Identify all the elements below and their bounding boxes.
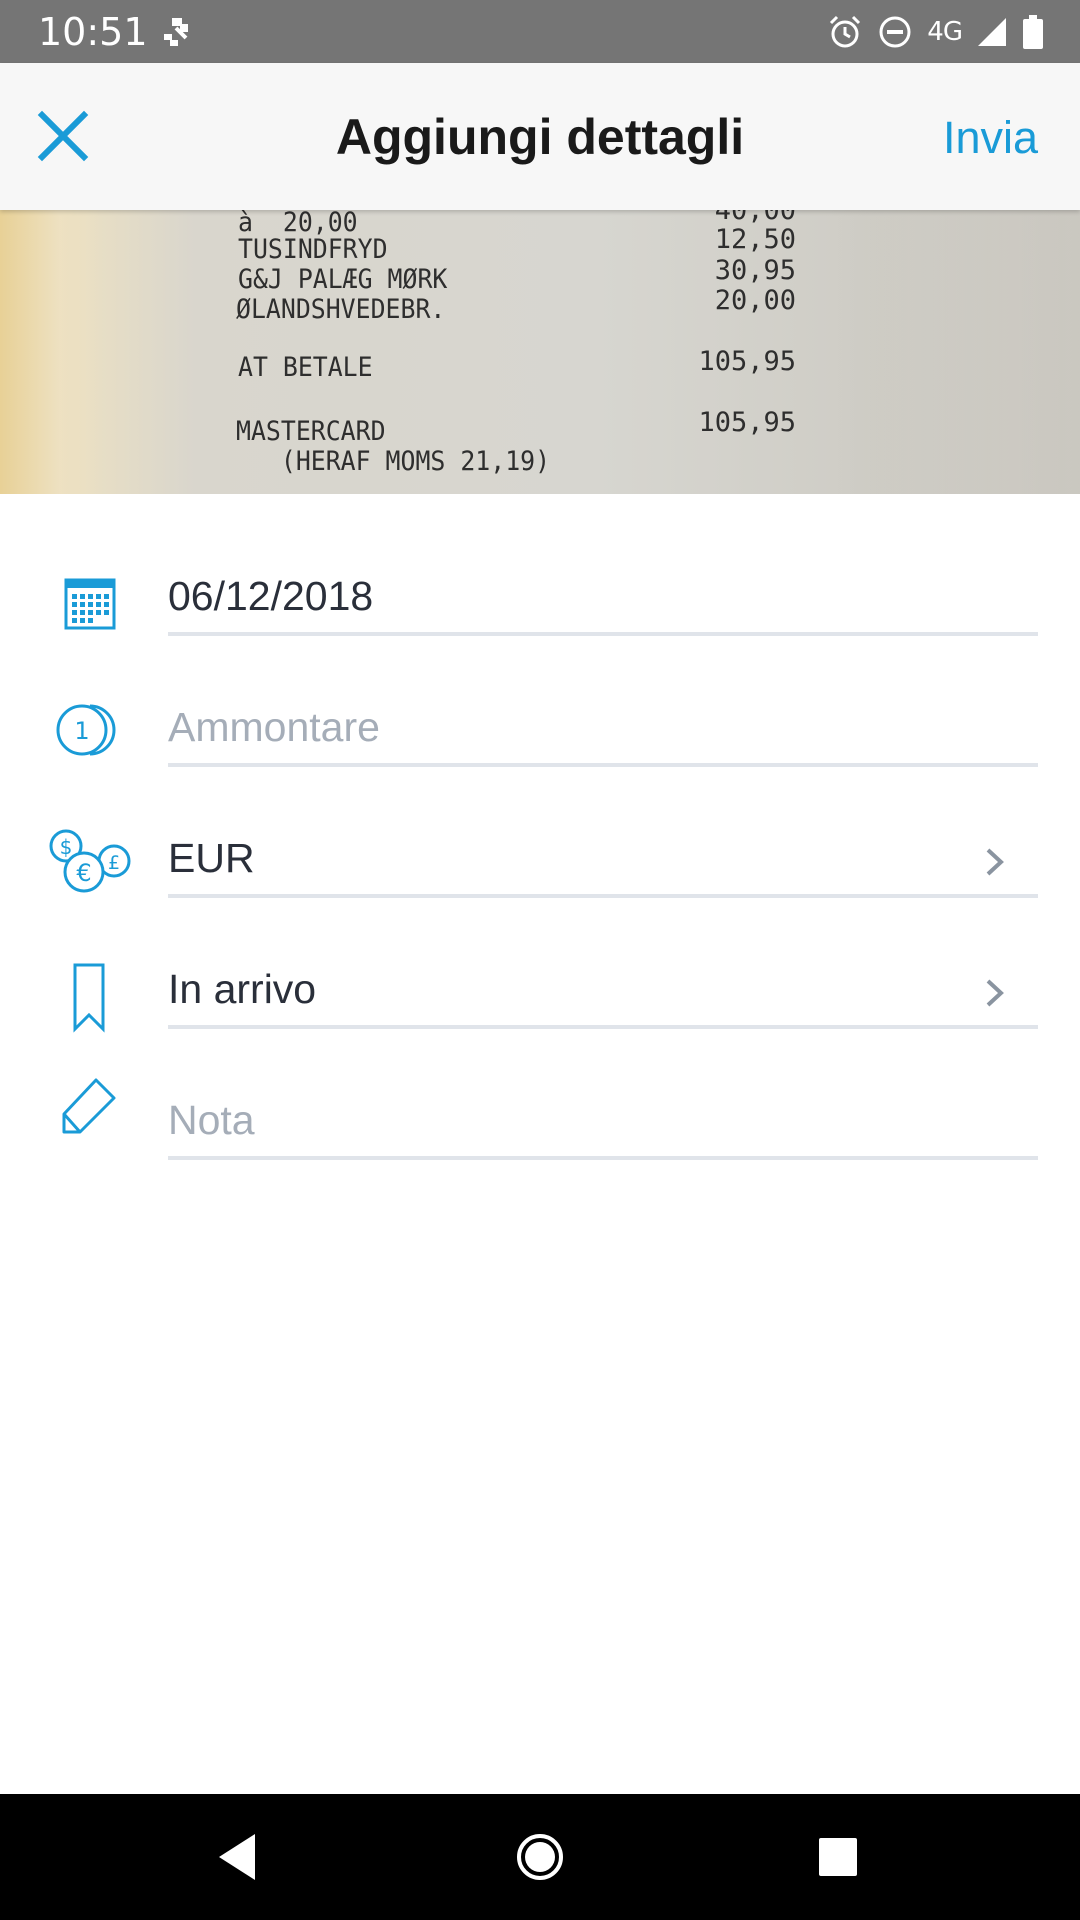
battery-icon xyxy=(1023,15,1043,49)
currency-field[interactable]: EUR xyxy=(168,828,1038,898)
recents-button[interactable] xyxy=(778,1794,898,1920)
alarm-icon xyxy=(830,15,861,48)
svg-text:€: € xyxy=(76,859,91,887)
status-time: 10:51 xyxy=(38,10,148,54)
receipt-line: TUSINDFRYD xyxy=(238,234,388,265)
coin-icon: 1 xyxy=(56,704,116,756)
recents-icon xyxy=(819,1838,857,1876)
date-field[interactable]: 06/12/2018 xyxy=(168,566,1038,636)
status-icons: 4G xyxy=(827,12,1044,52)
svg-text:1: 1 xyxy=(74,717,89,745)
receipt-value: 30,95 xyxy=(714,255,796,286)
svg-text:£: £ xyxy=(108,852,120,874)
svg-text:$: $ xyxy=(60,835,73,859)
amount-field[interactable]: Ammontare xyxy=(168,697,1038,767)
amount-row[interactable]: 1 Ammontare xyxy=(0,679,1080,810)
navigation-bar xyxy=(0,1794,1080,1920)
home-icon xyxy=(517,1834,563,1880)
chevron-right-icon[interactable] xyxy=(982,975,1008,1011)
date-row[interactable]: 06/12/2018 xyxy=(0,548,1080,679)
chevron-right-icon[interactable] xyxy=(982,844,1008,880)
notification-app-icon xyxy=(164,18,188,46)
receipt-line: MASTERCARD xyxy=(236,416,386,447)
back-icon xyxy=(219,1834,255,1880)
network-type: 4G xyxy=(927,17,963,47)
status-bar: 10:51 4G xyxy=(0,0,1080,63)
note-row[interactable]: Nota xyxy=(0,1072,1080,1203)
pencil-icon xyxy=(62,1078,116,1134)
currency-value: EUR xyxy=(168,835,255,881)
status-row[interactable]: In arrivo xyxy=(0,941,1080,1072)
page-title: Aggiungi dettagli xyxy=(335,109,745,165)
currencies-icon: $ £ € xyxy=(49,829,131,893)
receipt-value: 105,95 xyxy=(698,346,796,377)
signal-icon xyxy=(978,18,1006,46)
back-button[interactable] xyxy=(178,1794,298,1920)
note-field[interactable]: Nota xyxy=(168,1090,1038,1160)
status-value: In arrivo xyxy=(168,966,317,1012)
currency-row[interactable]: $ £ € EUR xyxy=(0,810,1080,941)
app-bar: Aggiungi dettagli Invia xyxy=(0,63,1080,210)
receipt-value: 20,00 xyxy=(714,285,796,316)
send-button[interactable]: Invia xyxy=(943,111,1038,165)
receipt-line: G&J PALÆG MØRK xyxy=(238,264,448,295)
receipt-line: AT BETALE xyxy=(238,352,373,383)
home-button[interactable] xyxy=(480,1794,600,1920)
receipt-value: 12,50 xyxy=(714,224,796,255)
status-field[interactable]: In arrivo xyxy=(168,959,1038,1029)
receipt-photo[interactable]: à 20,00 40,00 TUSINDFRYD 12,50 G&J PALÆG… xyxy=(0,210,1080,494)
calendar-icon xyxy=(64,578,116,630)
do-not-disturb-icon xyxy=(879,16,911,48)
receipt-line: ØLANDSHVEDEBR. xyxy=(236,294,446,325)
receipt-value: 105,95 xyxy=(698,407,796,438)
receipt-line: (HERAF MOMS 21,19) xyxy=(236,446,551,477)
bookmark-icon xyxy=(73,963,105,1033)
